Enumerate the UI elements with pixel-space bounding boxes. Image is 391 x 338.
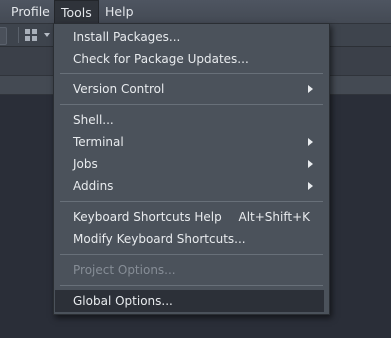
menu-item-label: Global Options... (73, 294, 173, 308)
menu-help[interactable]: Help (99, 0, 140, 23)
menu-item-keyboard-shortcuts-help[interactable]: Keyboard Shortcuts Help Alt+Shift+K (54, 206, 329, 228)
menu-item-label: Addins (73, 179, 114, 193)
menu-separator (60, 104, 323, 105)
menu-item-jobs[interactable]: Jobs (54, 153, 329, 175)
app-window: Profile Tools Help Install Packages... C… (0, 0, 391, 338)
menu-separator (60, 73, 323, 74)
menu-item-label: Check for Package Updates... (73, 52, 249, 66)
menu-separator (60, 201, 323, 202)
tools-menu: Install Packages... Check for Package Up… (53, 23, 330, 315)
menu-item-global-options[interactable]: Global Options... (55, 290, 324, 312)
menu-item-addins[interactable]: Addins (54, 175, 329, 197)
menu-separator (60, 254, 323, 255)
menu-item-label: Keyboard Shortcuts Help (73, 210, 222, 224)
menu-profile[interactable]: Profile (5, 0, 56, 23)
menu-item-label: Jobs (73, 157, 98, 171)
submenu-arrow-icon (308, 182, 313, 190)
submenu-arrow-icon (308, 85, 313, 93)
menu-item-modify-keyboard-shortcuts[interactable]: Modify Keyboard Shortcuts... (54, 228, 329, 250)
menu-separator (60, 285, 323, 286)
chevron-down-icon[interactable] (44, 33, 50, 37)
shortcut-label: Alt+Shift+K (238, 210, 310, 224)
submenu-arrow-icon (308, 138, 313, 146)
grid-icon[interactable] (25, 29, 37, 41)
menu-bar: Profile Tools Help (0, 0, 391, 24)
submenu-arrow-icon (308, 160, 313, 168)
toolbar-divider (18, 27, 19, 43)
menu-item-label: Modify Keyboard Shortcuts... (73, 232, 246, 246)
menu-item-version-control[interactable]: Version Control (54, 78, 329, 100)
menu-item-label: Terminal (73, 135, 124, 149)
menu-item-shell[interactable]: Shell... (54, 109, 329, 131)
toolbar-edge (0, 27, 7, 45)
menu-item-check-package-updates[interactable]: Check for Package Updates... (54, 48, 329, 70)
menu-item-project-options: Project Options... (54, 259, 329, 281)
menu-item-install-packages[interactable]: Install Packages... (54, 26, 329, 48)
menu-item-label: Shell... (73, 113, 114, 127)
menu-item-label: Version Control (73, 82, 165, 96)
menu-tools[interactable]: Tools (54, 0, 99, 24)
menu-item-label: Project Options... (73, 263, 176, 277)
menu-item-terminal[interactable]: Terminal (54, 131, 329, 153)
menu-item-label: Install Packages... (73, 30, 181, 44)
